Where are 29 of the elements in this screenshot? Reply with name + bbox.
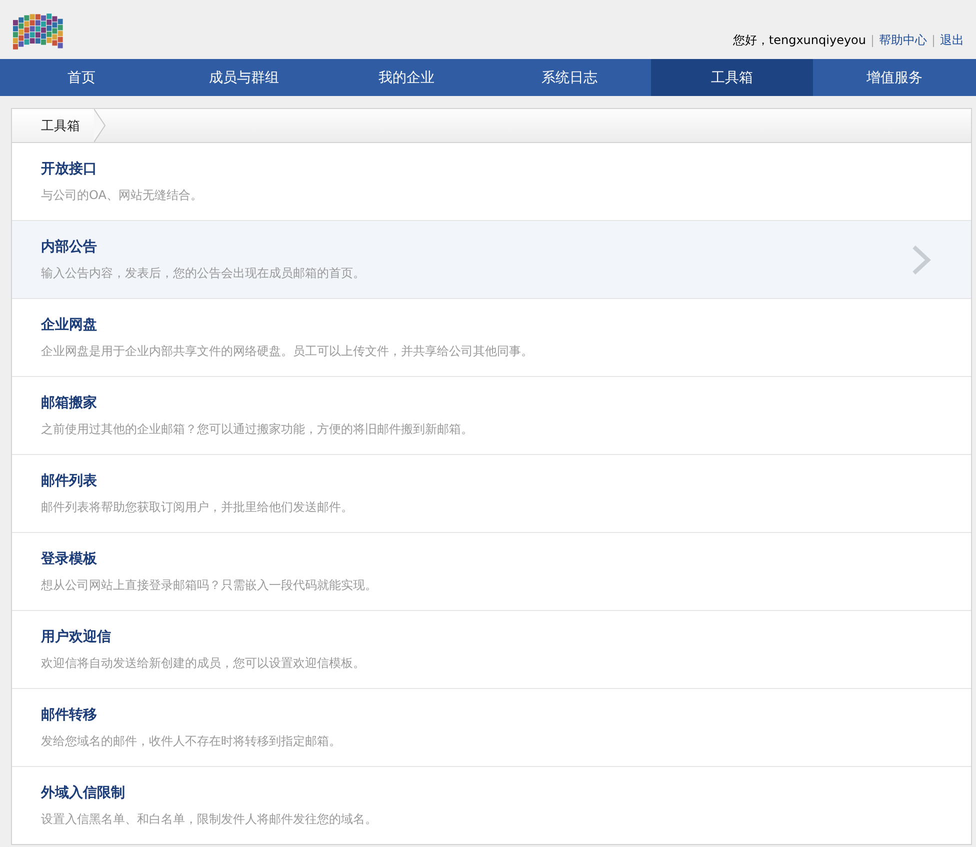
tool-description: 与公司的OA、网站无缝结合。 — [41, 186, 202, 204]
tool-description: 发给您域名的邮件，收件人不存在时将转移到指定邮箱。 — [41, 732, 341, 750]
chevron-right-icon — [911, 244, 931, 274]
nav-tab[interactable]: 成员与群组 — [162, 59, 326, 96]
tool-title: 企业网盘 — [41, 316, 98, 334]
header-link[interactable]: 退出 — [940, 32, 964, 49]
tool-title: 用户欢迎信 — [41, 628, 112, 646]
tool-title: 邮箱搬家 — [41, 394, 98, 412]
tool-description: 企业网盘是用于企业内部共享文件的网络硬盘。员工可以上传文件，并共享给公司其他同事。 — [41, 342, 533, 360]
tool-description: 想从公司网站上直接登录邮箱吗？只需嵌入一段代码就能实现。 — [41, 576, 377, 594]
tool-title: 内部公告 — [41, 238, 98, 256]
nav-tab[interactable]: 系统日志 — [488, 59, 651, 96]
header-link[interactable]: 帮助中心 — [879, 32, 927, 49]
tool-description: 之前使用过其他的企业邮箱？您可以通过搬家功能，方便的将旧邮件搬到新邮箱。 — [41, 420, 473, 438]
tool-title: 登录模板 — [41, 550, 98, 568]
tool-title: 邮件转移 — [41, 706, 98, 724]
user-greeting: 您好，tengxunqiyeyou — [732, 32, 866, 49]
nav-tab[interactable]: 首页 — [0, 59, 163, 96]
tool-description: 输入公告内容，发表后，您的公告会出现在成员邮箱的首页。 — [41, 264, 365, 282]
tool-title: 外域入信限制 — [41, 784, 126, 802]
nav-tab[interactable]: 增值服务 — [813, 59, 976, 96]
tool-description: 邮件列表将帮助您获取订阅用户，并批里给他们发送邮件。 — [41, 498, 353, 516]
tool-title: 开放接口 — [41, 160, 98, 178]
tool-description: 欢迎信将自动发送给新创建的成员，您可以设置欢迎信模板。 — [41, 654, 365, 672]
nav-tab[interactable]: 工具箱 — [650, 59, 814, 96]
nav-tab[interactable]: 我的企业 — [325, 59, 488, 96]
tool-row[interactable]: 内部公告 输入公告内容，发表后，您的公告会出现在成员邮箱的首页。 — [12, 221, 971, 299]
tool-title: 邮件列表 — [41, 472, 98, 490]
tool-description: 设置入信黑名单、和白名单，限制发件人将邮件发往您的域名。 — [41, 810, 377, 828]
